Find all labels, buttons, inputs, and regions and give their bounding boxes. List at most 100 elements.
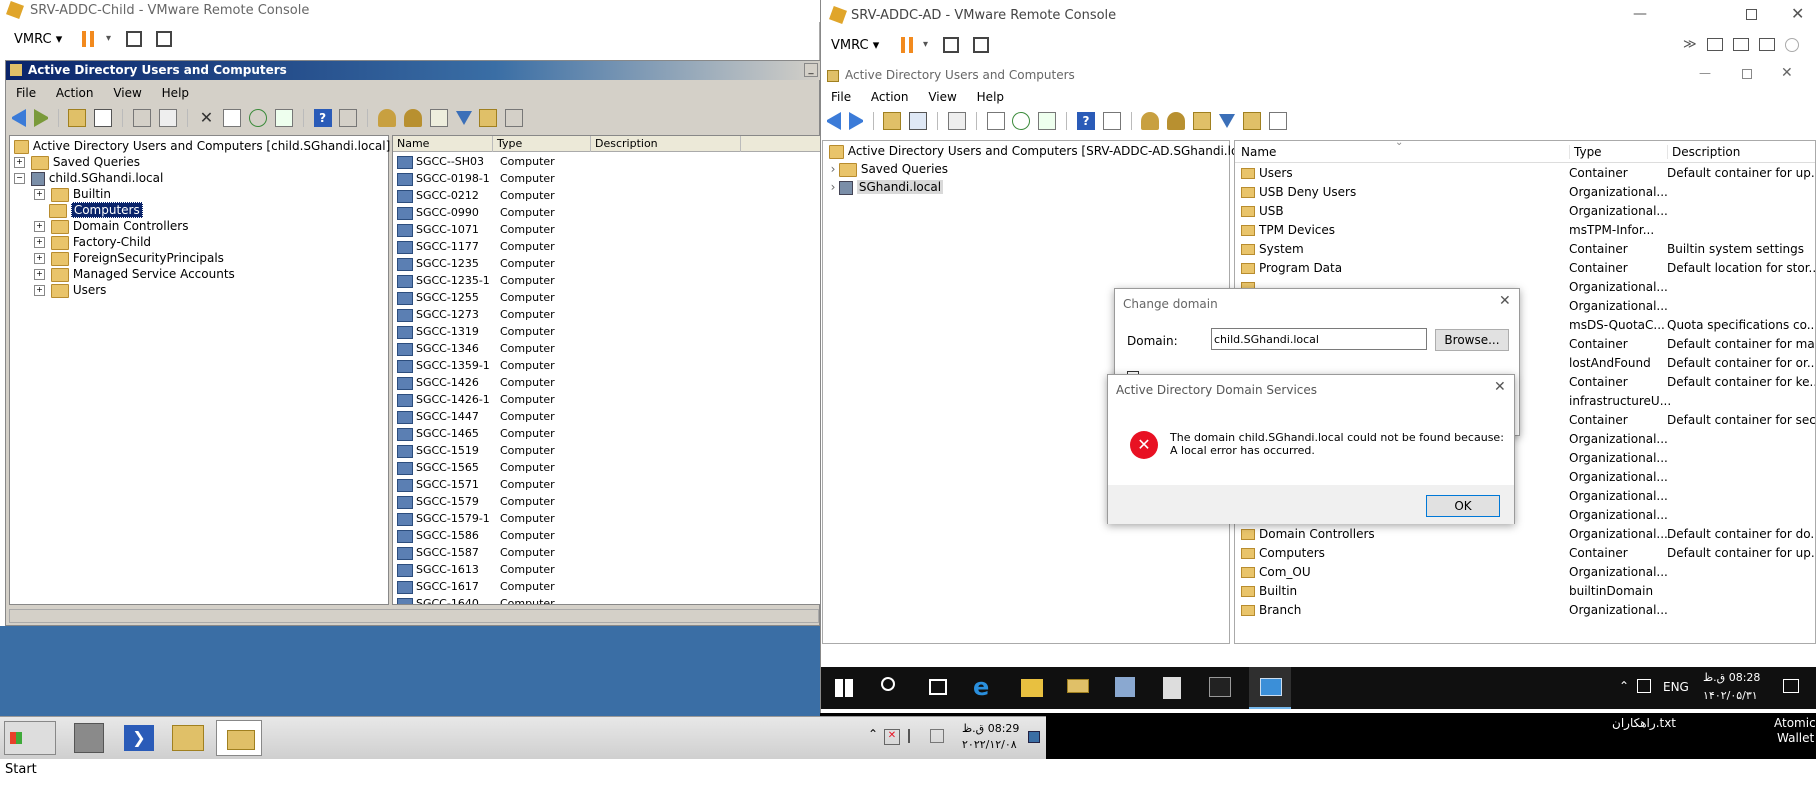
tree-saved-queries[interactable]: + Saved Queries — [14, 154, 140, 171]
edge-browser-icon[interactable]: e — [973, 675, 989, 699]
filter-icon[interactable] — [1218, 114, 1235, 128]
right-aduc-titlebar[interactable]: Active Directory Users and Computers — ✕ — [821, 64, 1816, 88]
table-row[interactable]: SGCC-1319 Computer — [393, 323, 820, 340]
active-app-button[interactable] — [1249, 667, 1291, 709]
aduc-taskbar-icon[interactable] — [1067, 679, 1089, 693]
table-row[interactable]: Computers Container Default container for … — [1235, 544, 1815, 563]
start-button[interactable]: Start — [4, 721, 56, 777]
explorer-folder-icon[interactable] — [172, 725, 204, 751]
back-arrow-icon[interactable] — [827, 112, 841, 130]
new-ou-icon[interactable] — [1193, 112, 1212, 130]
action-center-flag-icon[interactable] — [908, 729, 922, 743]
table-row[interactable]: SGCC--SH03 Computer — [393, 153, 820, 170]
properties-icon[interactable] — [986, 112, 1005, 130]
menu-action[interactable]: Action — [871, 90, 909, 104]
network-error-icon[interactable]: ✕ — [884, 729, 900, 745]
column-header-description[interactable]: Description — [1667, 145, 1815, 159]
new-user-icon[interactable] — [1141, 112, 1160, 130]
table-row[interactable]: Com_OU Organizational... — [1235, 563, 1815, 582]
help-icon[interactable]: ? — [313, 109, 332, 127]
device-1-icon[interactable] — [1707, 38, 1723, 51]
chevron-right-icon[interactable]: › — [827, 161, 839, 178]
menu-help[interactable]: Help — [977, 90, 1004, 104]
tree-item-managed-service-accounts[interactable]: + Managed Service Accounts — [34, 266, 235, 283]
network-status-icon[interactable] — [1637, 679, 1651, 693]
table-row[interactable]: SGCC-1586 Computer — [393, 527, 820, 544]
forward-chevrons-icon[interactable]: ≫ — [1683, 37, 1697, 52]
cut-icon[interactable] — [132, 109, 151, 127]
column-header-description[interactable]: Description — [591, 136, 741, 152]
task-view-icon[interactable] — [929, 679, 947, 695]
tree-item-builtin[interactable]: + Builtin — [34, 186, 111, 203]
column-header-type[interactable]: Type — [1569, 145, 1663, 159]
column-header-type[interactable]: Type — [493, 136, 591, 152]
left-titlebar[interactable]: SRV-ADDC-Child - VMware Remote Console — [0, 0, 820, 22]
aduc-taskbar-button[interactable] — [216, 720, 262, 756]
help-icon[interactable]: ? — [1076, 112, 1095, 130]
find-icon[interactable] — [479, 109, 498, 127]
table-row[interactable]: SGCC-1426-1 Computer — [393, 391, 820, 408]
window-minimize-button[interactable]: — — [1633, 6, 1647, 22]
tree-saved-queries[interactable]: › Saved Queries — [827, 161, 948, 178]
pause-icon[interactable] — [82, 31, 86, 47]
domain-input[interactable] — [1211, 328, 1427, 350]
table-row[interactable]: SGCC-1359-1 Computer — [393, 357, 820, 374]
tree-item-factory-child[interactable]: + Factory-Child — [34, 234, 151, 251]
delete-icon[interactable]: ✕ — [197, 109, 215, 127]
table-row[interactable]: SGCC-1519 Computer — [393, 442, 820, 459]
fullscreen-icon[interactable] — [973, 37, 989, 53]
terminal-icon[interactable] — [1209, 677, 1231, 697]
tree-item-foreign-security-principals[interactable]: + ForeignSecurityPrincipals — [34, 250, 224, 267]
find-icon[interactable] — [1242, 112, 1261, 130]
left-taskbar-date[interactable]: ۲۰۲۲/۱۲/۰۸ — [962, 738, 1017, 751]
tree-item-domain-controllers[interactable]: + Domain Controllers — [34, 218, 189, 235]
add-to-group-icon[interactable] — [1268, 112, 1287, 130]
powershell-icon[interactable]: ❯ — [124, 725, 154, 751]
paste-icon[interactable] — [947, 112, 966, 130]
export-icon[interactable] — [1038, 112, 1057, 130]
forward-arrow-icon[interactable] — [848, 112, 863, 130]
right-taskbar-lang[interactable]: ENG — [1663, 680, 1689, 694]
filter-icon[interactable] — [455, 111, 472, 125]
tree-domain[interactable]: − child.SGhandi.local — [14, 170, 163, 187]
table-row[interactable]: Program Data Container Default location fo… — [1235, 259, 1815, 278]
close-icon[interactable]: ✕ — [1499, 293, 1511, 309]
windows-start-icon[interactable] — [835, 679, 853, 697]
table-row[interactable]: USB Deny Users Organizational... — [1235, 183, 1815, 202]
new-group-icon[interactable] — [403, 109, 422, 127]
tree-item-computers[interactable]: Computers — [49, 202, 143, 219]
inner-close-button[interactable]: ✕ — [1781, 65, 1793, 81]
table-row[interactable]: SGCC-1447 Computer — [393, 408, 820, 425]
table-row[interactable]: System Container Builtin system settings — [1235, 240, 1815, 259]
device-3-icon[interactable] — [1759, 38, 1775, 51]
menu-view[interactable]: View — [113, 86, 141, 100]
chevron-right-icon[interactable]: › — [827, 179, 839, 196]
inner-minimize-button[interactable]: — — [1699, 66, 1711, 80]
server-manager-icon[interactable] — [74, 723, 104, 753]
inner-restore-button[interactable] — [1742, 69, 1752, 79]
table-row[interactable]: SGCC-1587 Computer — [393, 544, 820, 561]
table-row[interactable]: SGCC-1273 Computer — [393, 306, 820, 323]
forward-arrow-icon[interactable] — [33, 109, 48, 127]
table-row[interactable]: SGCC-1346 Computer — [393, 340, 820, 357]
right-taskbar-date[interactable]: ۱۴۰۲/۰۵/۳۱ — [1703, 689, 1758, 702]
table-row[interactable]: SGCC-1255 Computer — [393, 289, 820, 306]
table-row[interactable]: Users Container Default container for up..… — [1235, 164, 1815, 183]
right-vmrc-menu[interactable]: VMRC ▾ — [831, 38, 879, 53]
menu-help[interactable]: Help — [162, 86, 189, 100]
network-tool-icon[interactable] — [1115, 677, 1135, 697]
ok-button[interactable]: OK — [1426, 495, 1500, 517]
collapse-icon[interactable]: − — [14, 173, 25, 184]
window-close-button[interactable]: ✕ — [1791, 4, 1804, 23]
network-icon[interactable] — [126, 31, 142, 47]
add-to-group-icon[interactable] — [505, 109, 524, 127]
table-row[interactable]: SGCC-1235-1 Computer — [393, 272, 820, 289]
new-group-icon[interactable] — [1167, 112, 1186, 130]
left-vmrc-menu[interactable]: VMRC ▾ — [14, 32, 62, 47]
console-tree-icon[interactable] — [1102, 112, 1121, 130]
console-tree-icon[interactable] — [339, 109, 358, 127]
up-folder-icon[interactable] — [68, 109, 87, 127]
up-folder-icon[interactable] — [883, 112, 902, 130]
table-row[interactable]: SGCC-0990 Computer — [393, 204, 820, 221]
table-row[interactable]: SGCC-1235 Computer — [393, 255, 820, 272]
